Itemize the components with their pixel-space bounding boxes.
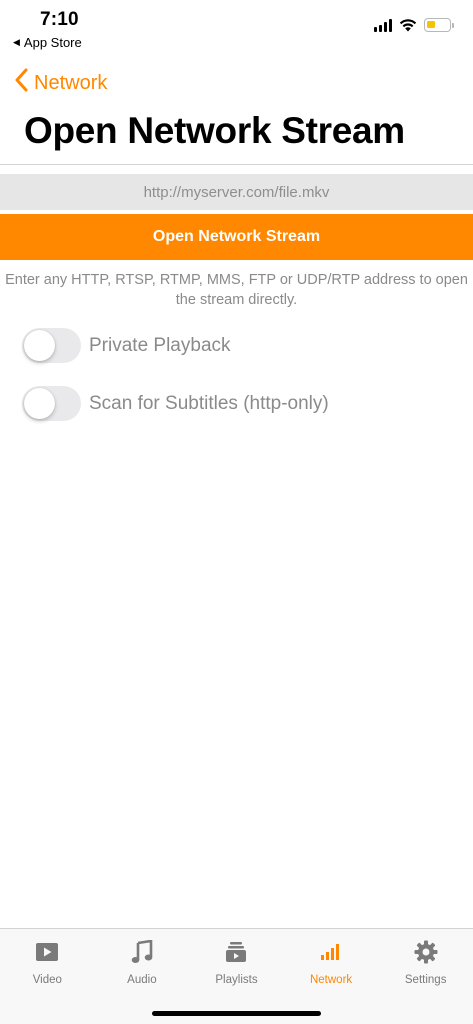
- home-indicator[interactable]: [152, 1011, 321, 1016]
- playlist-icon: [225, 939, 247, 965]
- status-back-to-app[interactable]: ◀ App Store: [13, 35, 82, 50]
- toggle-knob: [24, 388, 55, 419]
- tab-video-label: Video: [32, 974, 62, 986]
- gear-icon: [414, 939, 438, 965]
- help-text: Enter any HTTP, RTSP, RTMP, MMS, FTP or …: [5, 272, 468, 308]
- cellular-signal-icon: [374, 18, 392, 32]
- private-playback-toggle[interactable]: [22, 328, 81, 363]
- nav-back-label: Network: [34, 71, 108, 94]
- screen: 7:10 ◀ App Store Network Open Network St…: [0, 0, 473, 1024]
- tab-settings[interactable]: Settings: [378, 929, 473, 993]
- status-back-label: App Store: [23, 35, 82, 50]
- network-bars-icon: [320, 939, 342, 965]
- tab-video[interactable]: Video: [0, 929, 95, 993]
- wifi-icon: [399, 18, 417, 32]
- tab-settings-label: Settings: [404, 974, 447, 986]
- chevron-left-icon: [14, 68, 28, 98]
- private-playback-label: Private Playback: [89, 334, 231, 356]
- status-indicators: [374, 18, 454, 32]
- scan-subtitles-label: Scan for Subtitles (http-only): [89, 392, 329, 414]
- scan-subtitles-toggle[interactable]: [22, 386, 81, 421]
- tab-playlists[interactable]: Playlists: [189, 929, 284, 993]
- tab-playlists-label: Playlists: [215, 974, 258, 986]
- battery-icon: [424, 18, 454, 32]
- video-icon: [35, 939, 59, 965]
- back-triangle-icon: ◀: [13, 37, 20, 47]
- tab-audio[interactable]: Audio: [95, 929, 190, 993]
- music-note-icon: [131, 939, 153, 965]
- tab-network[interactable]: Network: [284, 929, 379, 993]
- tab-audio-label: Audio: [127, 974, 157, 986]
- status-time: 7:10: [40, 9, 79, 30]
- page-title: Open Network Stream: [24, 110, 405, 151]
- private-playback-row: Private Playback: [22, 328, 231, 363]
- tab-network-label: Network: [309, 974, 353, 986]
- battery-level: [427, 21, 435, 28]
- scan-subtitles-row: Scan for Subtitles (http-only): [22, 386, 329, 421]
- open-network-stream-button[interactable]: Open Network Stream: [0, 214, 473, 260]
- header-divider: [0, 164, 473, 165]
- stream-url-input[interactable]: [0, 174, 473, 210]
- tab-bar: Video Audio Playlists Network Settings: [0, 928, 473, 1024]
- status-bar: 7:10 ◀ App Store: [0, 0, 473, 58]
- toggle-knob: [24, 330, 55, 361]
- nav-back-button[interactable]: Network: [14, 68, 107, 98]
